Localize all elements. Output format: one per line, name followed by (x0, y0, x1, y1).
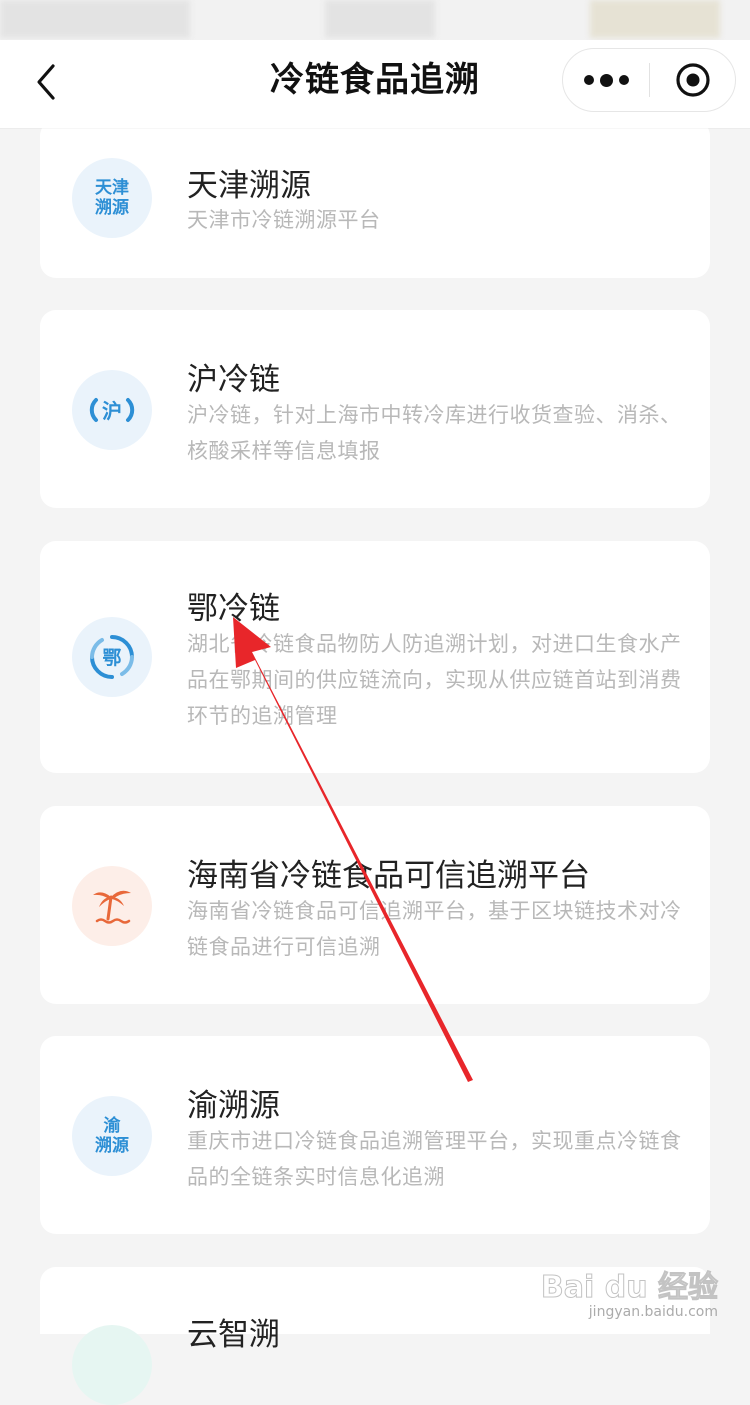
svg-text:沪: 沪 (102, 399, 122, 423)
status-blur-center (325, 0, 435, 38)
item-desc: 沪冷链，针对上海市中转冷库进行收货查验、消杀、核酸采样等信息填报 (187, 403, 682, 463)
list-item-yu[interactable]: 渝 溯源 渝溯源 重庆市进口冷链食品追溯管理平台，实现重点冷链食品的全链条实时信… (40, 1036, 710, 1234)
yunzhi-logo-icon (72, 1325, 152, 1405)
more-dots-icon (581, 73, 632, 87)
hu-logo-icon: 沪 (72, 370, 152, 450)
item-title: 鄂冷链 (187, 591, 280, 627)
list-item-hainan[interactable]: 海南省冷链食品可信追溯平台 海南省冷链食品可信追溯平台，基于区块链技术对冷链食品… (40, 806, 710, 1004)
item-desc: 天津市冷链溯源平台 (187, 208, 381, 232)
nav-bar: 冷链食品追溯 (0, 40, 750, 128)
close-button[interactable] (650, 49, 736, 111)
list-item-tianjin[interactable]: 天津 溯源 天津溯源 天津市冷链溯源平台 (40, 120, 710, 278)
watermark-sub: jingyan.baidu.com (588, 1304, 718, 1320)
icon-text-line2: 溯源 (95, 198, 129, 218)
item-desc: 海南省冷链食品可信追溯平台，基于区块链技术对冷链食品进行可信追溯 (187, 899, 682, 959)
item-title: 天津溯源 (187, 168, 311, 204)
item-title: 海南省冷链食品可信追溯平台 (187, 858, 590, 894)
hu-ring-icon: 沪 (89, 398, 135, 423)
palm-tree-icon (72, 866, 152, 946)
svg-text:鄂: 鄂 (102, 647, 121, 669)
list-item-e[interactable]: 鄂 鄂冷链 湖北省冷链食品物防人防追溯计划，对进口生食水产品在鄂期间的供应链流向… (40, 541, 710, 773)
item-title: 渝溯源 (187, 1088, 280, 1124)
watermark-main: Bai du 经验 (540, 1270, 718, 1306)
more-button[interactable] (563, 49, 649, 111)
icon-text-line2: 溯源 (95, 1136, 129, 1156)
status-blur-right (590, 0, 720, 38)
list-item-hu[interactable]: 沪 沪冷链 沪冷链，针对上海市中转冷库进行收货查验、消杀、核酸采样等信息填报 (40, 310, 710, 508)
icon-text-line1: 渝 (103, 1116, 121, 1136)
e-logo-icon: 鄂 (72, 617, 152, 697)
mini-program-capsule (562, 48, 736, 112)
yu-logo-icon: 渝 溯源 (72, 1096, 152, 1176)
status-blur-left (0, 0, 190, 38)
item-desc: 湖北省冷链食品物防人防追溯计划，对进口生食水产品在鄂期间的供应链流向，实现从供应… (187, 632, 682, 728)
palm-tree-svg (93, 890, 131, 924)
item-title: 云智溯 (187, 1317, 280, 1353)
item-desc: 重庆市进口冷链食品追溯管理平台，实现重点冷链食品的全链条实时信息化追溯 (187, 1129, 682, 1189)
e-ring-icon: 鄂 (90, 635, 134, 679)
item-title: 沪冷链 (187, 362, 280, 398)
baidu-jingyan-watermark: Bai du 经验 jingyan.baidu.com (540, 1262, 718, 1321)
target-close-icon (676, 63, 710, 97)
tianjin-logo-icon: 天津 溯源 (72, 158, 152, 238)
icon-text-line1: 天津 (95, 178, 129, 198)
status-bar (0, 0, 750, 40)
